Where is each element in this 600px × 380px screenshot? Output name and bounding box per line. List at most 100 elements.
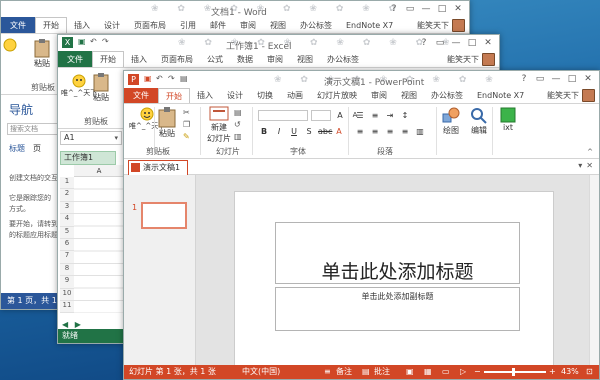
word-weiyu-button[interactable] — [3, 38, 17, 52]
word-tab-layout[interactable]: 页面布局 — [127, 17, 173, 33]
ppt-tab-slideshow[interactable]: 幻灯片放映 — [310, 88, 364, 103]
worksheet-grid[interactable] — [74, 177, 124, 313]
row-header[interactable]: 9 — [60, 276, 74, 289]
word-tab-insert[interactable]: 插入 — [67, 17, 97, 33]
chevron-down-icon[interactable]: ▾ — [114, 132, 118, 144]
ppt-file-tab[interactable]: 文件 — [124, 88, 158, 103]
redo-icon[interactable]: ↷ — [168, 74, 175, 83]
italic-icon[interactable]: I — [273, 126, 285, 137]
indent-icon[interactable]: ⇥ — [384, 110, 396, 121]
grow-font-icon[interactable]: A — [334, 110, 346, 121]
bold-icon[interactable]: B — [258, 126, 270, 137]
ribbon-display-icon[interactable]: ▭ — [533, 73, 547, 85]
close-icon[interactable]: ✕ — [581, 73, 595, 85]
ribbon-display-icon[interactable]: ▭ — [403, 3, 417, 15]
row-header[interactable]: 6 — [60, 238, 74, 252]
word-file-tab[interactable]: 文件 — [1, 17, 35, 33]
language-indicator[interactable]: 中文(中国) — [242, 365, 280, 379]
slide-thumbnail[interactable] — [141, 202, 187, 229]
word-tab-view[interactable]: 视图 — [263, 17, 293, 33]
word-tab-mailings[interactable]: 邮件 — [203, 17, 233, 33]
close-icon[interactable]: ✕ — [586, 161, 593, 170]
reading-view-icon[interactable]: ▭ — [442, 365, 450, 379]
word-tab-office-tab[interactable]: 办公标签 — [293, 17, 339, 33]
ppt-paste-button[interactable]: 粘贴 — [157, 106, 177, 139]
vertical-scrollbar[interactable] — [589, 175, 599, 367]
excel-tab-layout[interactable]: 页面布局 — [154, 51, 200, 67]
ixt-button[interactable]: ixt — [500, 107, 516, 132]
help-icon[interactable]: ? — [417, 37, 431, 49]
undo-icon[interactable]: ↶ — [156, 74, 163, 83]
row-header[interactable]: 2 — [60, 189, 74, 202]
ppt-tab-design[interactable]: 设计 — [220, 88, 250, 103]
copy-icon[interactable]: ❐ — [183, 120, 190, 129]
save-icon[interactable]: ▣ — [78, 37, 86, 46]
zoom-slider[interactable] — [484, 371, 546, 373]
align-right-icon[interactable]: ≡ — [384, 126, 396, 137]
excel-tab-insert[interactable]: 插入 — [124, 51, 154, 67]
new-slide-button[interactable]: 新建 幻灯片 — [207, 106, 231, 144]
excel-tab-view[interactable]: 视图 — [290, 51, 320, 67]
name-box[interactable]: A1 ▾ — [60, 131, 122, 145]
excel-paste-button[interactable]: 粘贴 — [92, 72, 110, 103]
excel-title-bar[interactable]: X ▣ ↶ ↷ ❀ ✿ ❀ ✿ ❀ ✿ ❀ ✿ ❀ ✿ ❀ 工作簿1 - Exc… — [58, 35, 499, 52]
normal-view-icon[interactable]: ▣ — [406, 365, 414, 379]
minimize-icon[interactable]: — — [549, 73, 563, 85]
chevron-down-icon[interactable]: ▾ — [578, 161, 582, 170]
ppt-tab-insert[interactable]: 插入 — [190, 88, 220, 103]
excel-tab-data[interactable]: 数据 — [230, 51, 260, 67]
minimize-icon[interactable]: — — [419, 3, 433, 15]
close-icon[interactable]: ✕ — [481, 37, 495, 49]
close-icon[interactable]: ✕ — [451, 3, 465, 15]
notes-button[interactable]: 备注 — [336, 365, 352, 379]
fit-slide-icon[interactable]: ⊡ — [586, 365, 593, 379]
excel-tab-office-tab[interactable]: 办公标签 — [320, 51, 366, 67]
excel-tab-home[interactable]: 开始 — [92, 51, 124, 67]
ppt-tab-endnote[interactable]: EndNote X7 — [470, 88, 531, 103]
shadow-icon[interactable]: S — [303, 126, 315, 137]
slideshow-view-icon[interactable]: ▷ — [460, 365, 466, 379]
line-spacing-icon[interactable]: ↕ — [399, 110, 411, 121]
maximize-icon[interactable]: □ — [565, 73, 579, 85]
editing-button[interactable]: 编辑 — [470, 107, 488, 136]
comments-button[interactable]: 批注 — [374, 365, 390, 379]
cut-icon[interactable]: ✂ — [183, 108, 190, 117]
maximize-icon[interactable]: □ — [465, 37, 479, 49]
word-title-bar[interactable]: ❀ ✿ ❀ ✿ ❀ ✿ ❀ ✿ ❀ ✿ 文档1 - Word ? ▭ — □ ✕ — [1, 1, 469, 18]
ppt-user-account[interactable]: 能笑天下 — [547, 88, 599, 103]
columns-icon[interactable]: ▥ — [414, 126, 426, 137]
help-icon[interactable]: ? — [387, 3, 401, 15]
excel-user-account[interactable]: 能笑天下 — [447, 51, 499, 67]
align-center-icon[interactable]: ≡ — [369, 126, 381, 137]
row-header[interactable]: 8 — [60, 263, 74, 277]
row-header[interactable]: 11 — [60, 300, 74, 314]
font-name-dropdown[interactable] — [258, 110, 308, 121]
slide-sorter-icon[interactable]: ▦ — [424, 365, 432, 379]
notes-icon[interactable]: ≡ — [324, 365, 331, 379]
drawing-button[interactable]: 绘图 — [442, 107, 460, 136]
excel-tab-review[interactable]: 审阅 — [260, 51, 290, 67]
bullets-icon[interactable]: ☰ — [354, 110, 366, 121]
ribbon-display-icon[interactable]: ▭ — [433, 37, 447, 49]
collapse-ribbon-icon[interactable]: ^ — [587, 148, 593, 156]
word-paste-button[interactable]: 粘贴 — [33, 38, 51, 69]
nav-tab-pages[interactable]: 页 — [33, 143, 41, 154]
row-header[interactable]: 10 — [60, 288, 74, 301]
excel-workbook-tab[interactable]: 工作簿1 — [60, 151, 116, 165]
row-header[interactable]: 3 — [60, 201, 74, 215]
slideshow-icon[interactable]: ▤ — [180, 74, 188, 83]
minimize-icon[interactable]: — — [449, 37, 463, 49]
zoom-slider-thumb[interactable] — [512, 368, 515, 376]
word-user-account[interactable]: 能笑天下 — [417, 17, 469, 33]
ppt-title-bar[interactable]: P ▣ ↶ ↷ ▤ ❀ ✿ ❀ ✿ ❀ ✿ ❀ ✿ ❀ 演示文稿1 - Powe… — [124, 71, 599, 88]
row-header[interactable]: 4 — [60, 214, 74, 227]
align-left-icon[interactable]: ≡ — [354, 126, 366, 137]
font-color-icon[interactable]: A — [333, 126, 345, 137]
maximize-icon[interactable]: □ — [435, 3, 449, 15]
redo-icon[interactable]: ↷ — [102, 37, 109, 46]
ppt-tab-animations[interactable]: 动画 — [280, 88, 310, 103]
word-tab-home[interactable]: 开始 — [35, 17, 67, 33]
comments-icon[interactable]: ▤ — [362, 365, 370, 379]
zoom-level[interactable]: 43% — [561, 365, 579, 379]
justify-icon[interactable]: ≡ — [399, 126, 411, 137]
